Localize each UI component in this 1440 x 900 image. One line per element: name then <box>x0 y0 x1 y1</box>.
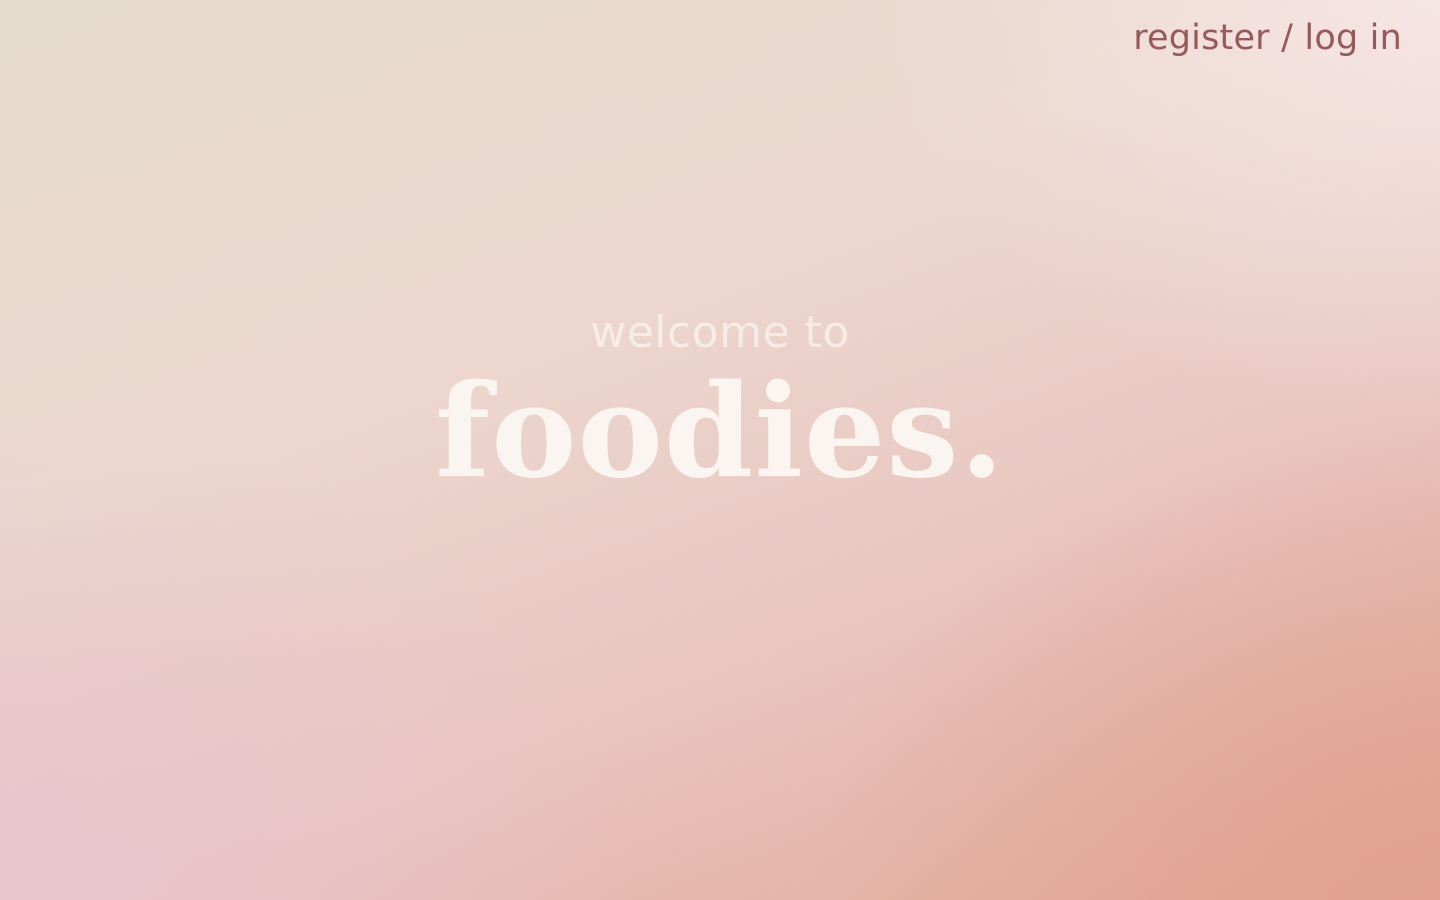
hero-section: welcome to foodies. <box>0 304 1440 502</box>
brand-title: foodies. <box>435 357 1005 507</box>
register-login-link[interactable]: register / log in <box>1133 18 1402 58</box>
welcome-text: welcome to <box>590 307 850 358</box>
